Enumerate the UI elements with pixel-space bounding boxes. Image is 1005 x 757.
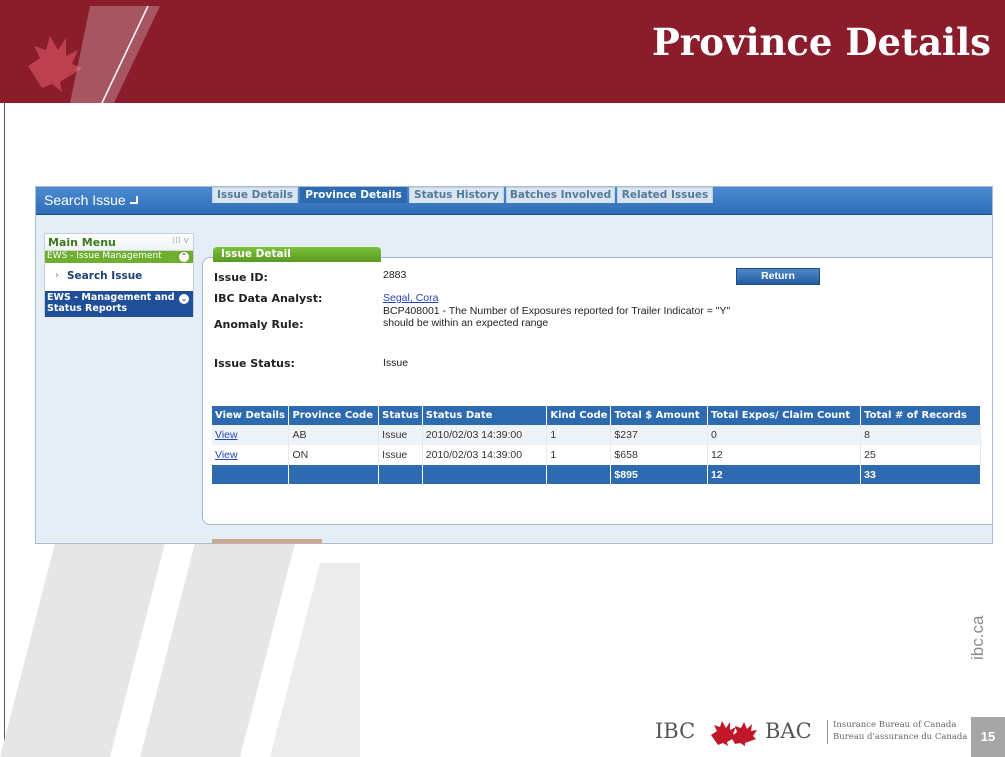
ibc-bac-logo: IBC BAC Insurance Bureau of Canada Burea… [655, 717, 967, 747]
table-cell: ON [288, 445, 380, 465]
anomaly-rule-value-line1: BCP408001 - The Number of Exposures repo… [383, 305, 731, 317]
province-details-table: View Details Province Code Status Status… [212, 406, 981, 484]
table-cell: 2010/02/03 14:39:00 [422, 425, 548, 445]
menu-section-label: EWS - Issue Management [47, 251, 162, 261]
table-cell [546, 465, 612, 484]
panel-bottom-edge [212, 539, 322, 543]
issue-detail-tab: Issue Detail [213, 247, 381, 262]
maple-leaf-logo [28, 6, 160, 103]
column-header[interactable]: Kind Code [546, 406, 612, 425]
table-cell: AB [288, 425, 380, 445]
anomaly-rule-value-line2: should be within an expected range [383, 317, 549, 329]
column-header[interactable]: Province Code [288, 406, 380, 425]
issue-detail-tab-label: Issue Detail [221, 248, 291, 260]
table-cell: 2010/02/03 14:39:00 [422, 445, 548, 465]
menu-section-label: EWS - Management and Status Reports [47, 292, 175, 314]
table-cell: 0 [707, 425, 862, 445]
refresh-icon[interactable] [129, 196, 138, 204]
background-stripes [0, 543, 360, 757]
issue-status-label: Issue Status: [214, 357, 295, 370]
table-cell: $237 [610, 425, 708, 445]
page-number: 15 [971, 717, 1005, 757]
table-cell[interactable]: View [212, 445, 290, 465]
tab-status-history[interactable]: Status History [409, 187, 504, 203]
footer-divider [827, 720, 828, 744]
table-header-row: View Details Province Code Status Status… [212, 406, 981, 425]
table-cell: $658 [610, 445, 708, 465]
menu-section-issue-management[interactable]: EWS - Issue Management ⌃ [45, 251, 193, 263]
column-header[interactable]: Total Expos/ Claim Count [707, 406, 862, 425]
org-name-en: Insurance Bureau of Canada [833, 720, 957, 730]
table-cell: 1 [546, 425, 612, 445]
table-cell: 1 [546, 445, 612, 465]
issue-id-value: 2883 [383, 269, 407, 281]
table-cell: 25 [860, 445, 981, 465]
org-name-fr: Bureau d'assurance du Canada [833, 732, 968, 742]
slide-header: Province Details [0, 0, 1005, 103]
table-cell [422, 465, 548, 484]
ibc-wordmark: IBC [655, 719, 696, 743]
tab-issue-details[interactable]: Issue Details [212, 187, 298, 203]
table-cell [288, 465, 380, 484]
menu-header: Main Menu ⁞⁞⁞ v [45, 234, 193, 251]
analyst-label: IBC Data Analyst: [214, 292, 323, 305]
menu-item-search-issue[interactable]: › Search Issue [45, 266, 193, 288]
app-title: Search Issue [44, 192, 138, 208]
table-cell: Issue [378, 445, 423, 465]
main-menu: Main Menu ⁞⁞⁞ v EWS - Issue Management ⌃… [44, 233, 194, 317]
menu-item-label: Search Issue [67, 270, 143, 282]
column-header[interactable]: View Details [212, 406, 290, 425]
table-cell: Issue [378, 425, 423, 445]
chevron-right-icon: › [55, 270, 59, 281]
table-cell [212, 465, 290, 484]
column-header[interactable]: Total $ Amount [610, 406, 708, 425]
total-records-cell: 33 [860, 465, 981, 484]
return-button[interactable]: Return [736, 268, 820, 285]
total-amount-cell: $895 [610, 465, 708, 484]
table-row: View AB Issue 2010/02/03 14:39:00 1 $237… [212, 425, 981, 445]
slide-title: Province Details [651, 20, 991, 64]
issue-id-label: Issue ID: [214, 271, 268, 284]
anomaly-rule-label: Anomaly Rule: [214, 318, 304, 331]
table-totals-row: $895 12 33 [212, 465, 981, 484]
menu-header-label: Main Menu [48, 236, 116, 249]
menu-options-icon[interactable]: ⁞⁞⁞ v [172, 236, 189, 246]
collapse-icon[interactable]: ⌃ [179, 252, 189, 262]
tab-related-issues[interactable]: Related Issues [617, 187, 713, 203]
bac-wordmark: BAC [765, 719, 812, 743]
table-cell: 12 [707, 445, 862, 465]
column-header[interactable]: Total # of Records [860, 406, 981, 425]
view-link[interactable]: View [215, 449, 238, 461]
side-url: ibc.ca [968, 615, 987, 660]
table-cell: 8 [860, 425, 981, 445]
column-header[interactable]: Status Date [422, 406, 548, 425]
total-expos-cell: 12 [707, 465, 862, 484]
app-window: Search Issue Main Menu ⁞⁞⁞ v EWS - Issue… [35, 186, 993, 544]
issue-status-value: Issue [383, 357, 409, 369]
tab-batches-involved[interactable]: Batches Involved [506, 187, 615, 203]
table-cell[interactable]: View [212, 425, 290, 445]
analyst-link[interactable]: Segal, Cora [383, 292, 438, 304]
tab-province-details[interactable]: Province Details [300, 187, 407, 203]
column-header[interactable]: Status [378, 406, 423, 425]
table-cell [378, 465, 423, 484]
expand-icon[interactable]: ⌄ [179, 294, 189, 304]
menu-section-management-reports[interactable]: EWS - Management and Status Reports ⌄ [45, 291, 193, 317]
view-link[interactable]: View [215, 429, 238, 441]
table-row: View ON Issue 2010/02/03 14:39:00 1 $658… [212, 445, 981, 465]
maple-leaf-icon [711, 721, 757, 746]
